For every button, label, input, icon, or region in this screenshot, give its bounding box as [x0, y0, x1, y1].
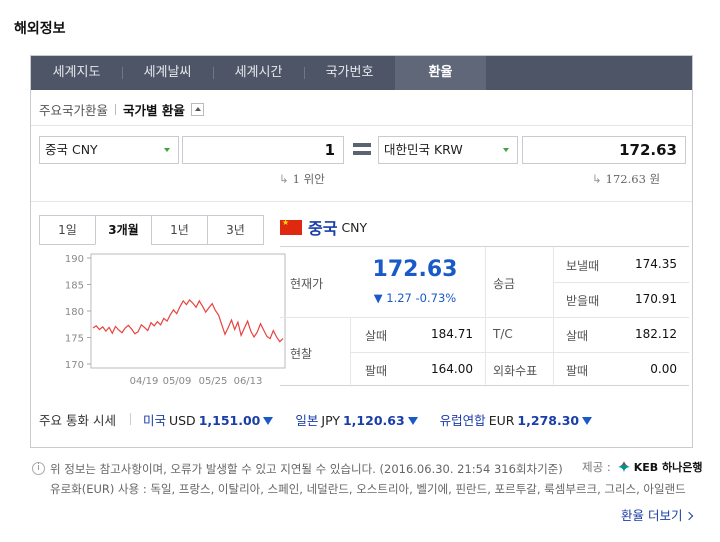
y-tick-label: 180	[65, 307, 84, 318]
x-tick-label: 06/13	[234, 376, 263, 387]
arrow-icon: ↳	[279, 172, 289, 186]
tc-buy-label: 살때	[566, 329, 589, 343]
tc-buy-value: 182.12	[635, 327, 677, 341]
send-label: 보낼때	[566, 259, 600, 273]
caret-up-icon[interactable]	[190, 103, 204, 116]
exchange-panel: 세계지도 세계날씨 세계시간 국가번호 환율 주요국가환율 국가별 환율 중국 …	[30, 55, 693, 448]
to-hint-text: 172.63 원	[605, 172, 661, 186]
major-item-jpy[interactable]: 일본 JPY 1,120.63	[295, 410, 418, 429]
china-flag-icon	[280, 218, 302, 235]
down-arrow-icon	[582, 417, 593, 425]
down-arrow-icon	[263, 417, 274, 425]
chevron-right-icon	[685, 511, 694, 521]
more-rates-link[interactable]: 환율 더보기	[621, 505, 694, 524]
from-hint: ↳ 1 위안	[279, 171, 325, 187]
section-title: 해외정보	[14, 21, 66, 37]
y-tick-label: 185	[65, 281, 84, 292]
major-item-name: 일본	[295, 412, 319, 428]
tab-world-time[interactable]: 세계시간	[213, 56, 304, 90]
x-tick-label: 05/09	[163, 376, 192, 387]
y-tick-label: 175	[65, 334, 84, 345]
major-title: 주요 통화 시세	[39, 412, 116, 428]
period-tab-1d[interactable]: 1일	[39, 215, 96, 245]
major-item-usd[interactable]: 미국 USD 1,151.00	[142, 410, 274, 429]
major-item-name: 미국	[142, 412, 166, 428]
main-tabs: 세계지도 세계날씨 세계시간 국가번호 환율	[31, 56, 692, 90]
period-tab-3y[interactable]: 3년	[207, 215, 264, 245]
x-tick-label: 04/19	[130, 376, 159, 387]
cash-label: 현찰	[290, 347, 313, 361]
major-item-eur[interactable]: 유럽연합 EUR 1,278.30	[439, 410, 593, 429]
tab-country-code[interactable]: 국가번호	[304, 56, 395, 90]
major-item-code: EUR	[488, 412, 515, 428]
source: 제공 : KEB 하나은행	[582, 459, 702, 475]
rate-table: 현재가 172.63 ▼ 1.27 -0.73% 현찰 살때 184.71 팔때…	[280, 246, 689, 387]
receive-value: 170.91	[635, 292, 677, 306]
tc-label: T/C	[493, 327, 513, 341]
notice-line-2: 유로화(EUR) 사용 : 독일, 프랑스, 이탈리아, 스페인, 네덜란드, …	[50, 482, 686, 496]
chevron-down-icon	[164, 148, 170, 152]
to-hint: ↳ 172.63 원	[592, 171, 660, 187]
tab-world-map[interactable]: 세계지도	[31, 56, 122, 90]
major-item-name: 유럽연합	[439, 412, 486, 428]
from-currency-label: 중국 CNY	[45, 142, 98, 157]
chevron-down-icon	[503, 148, 509, 152]
series-line	[92, 298, 284, 343]
check-sell-value: 0.00	[650, 362, 677, 376]
to-currency-label: 대한민국 KRW	[384, 142, 463, 157]
from-amount-input[interactable]: 1	[182, 136, 344, 164]
divider	[31, 125, 692, 126]
major-currency-bar: 주요 통화 시세 미국 USD 1,151.00 일본 JPY 1,120.63 유럽연…	[39, 409, 614, 429]
source-label: 제공 :	[582, 460, 611, 474]
divider	[129, 413, 131, 425]
more-rates-label: 환율 더보기	[621, 508, 683, 523]
send-value: 174.35	[635, 257, 677, 271]
subnav-country-rates[interactable]: 국가별 환율	[123, 100, 185, 119]
tab-exchange-rate[interactable]: 환율	[395, 56, 486, 90]
current-label: 현재가	[290, 277, 324, 291]
currency-name: 중국	[308, 219, 338, 238]
rate-change: ▼ 1.27 -0.73%	[373, 291, 457, 305]
current-rate: 172.63	[372, 257, 458, 282]
y-tick-label: 170	[65, 360, 84, 371]
tab-world-weather[interactable]: 세계날씨	[122, 56, 213, 90]
source-name: KEB 하나은행	[633, 461, 703, 474]
currency-header: 중국 CNY	[280, 215, 367, 239]
chart-frame	[90, 253, 286, 369]
remit-label: 송금	[493, 277, 516, 291]
subnav: 주요국가환율 국가별 환율	[39, 100, 204, 119]
cash-buy-label: 살때	[365, 329, 388, 343]
equals-icon	[353, 143, 371, 155]
x-tick-label: 05/25	[199, 376, 228, 387]
keb-hana-logo: KEB 하나은행	[617, 459, 703, 475]
from-currency-select[interactable]: 중국 CNY	[39, 136, 179, 164]
major-item-value: 1,278.30	[517, 412, 580, 428]
period-tab-1y[interactable]: 1년	[151, 215, 208, 245]
period-tab-3m[interactable]: 3개월	[95, 215, 152, 245]
receive-label: 받을때	[566, 294, 600, 308]
currency-code: CNY	[341, 219, 368, 235]
check-sell-label: 팔때	[566, 364, 589, 378]
divider	[115, 104, 117, 115]
subnav-major-rates[interactable]: 주요국가환율	[39, 100, 108, 119]
down-arrow-icon	[407, 417, 418, 425]
rate-chart: 170 175 180 185 190 04/19 05/09 05/25 06/13	[65, 253, 286, 387]
major-item-value: 1,151.00	[198, 412, 261, 428]
hana-logo-icon	[617, 461, 630, 473]
arrow-icon: ↳	[592, 172, 602, 186]
major-item-code: USD	[168, 412, 196, 428]
period-tabs: 1일 3개월 1년 3년	[39, 215, 264, 245]
to-currency-select[interactable]: 대한민국 KRW	[378, 136, 518, 164]
cash-buy-value: 184.71	[431, 327, 473, 341]
to-amount-input[interactable]: 172.63	[522, 136, 686, 164]
cash-sell-value: 164.00	[431, 362, 473, 376]
cash-sell-label: 팔때	[365, 364, 388, 378]
y-tick-label: 190	[65, 254, 84, 265]
major-item-value: 1,120.63	[342, 412, 405, 428]
major-item-code: JPY	[321, 412, 340, 428]
check-label: 외화수표	[493, 364, 538, 378]
divider	[31, 201, 692, 202]
from-hint-text: 1 위안	[292, 172, 325, 186]
